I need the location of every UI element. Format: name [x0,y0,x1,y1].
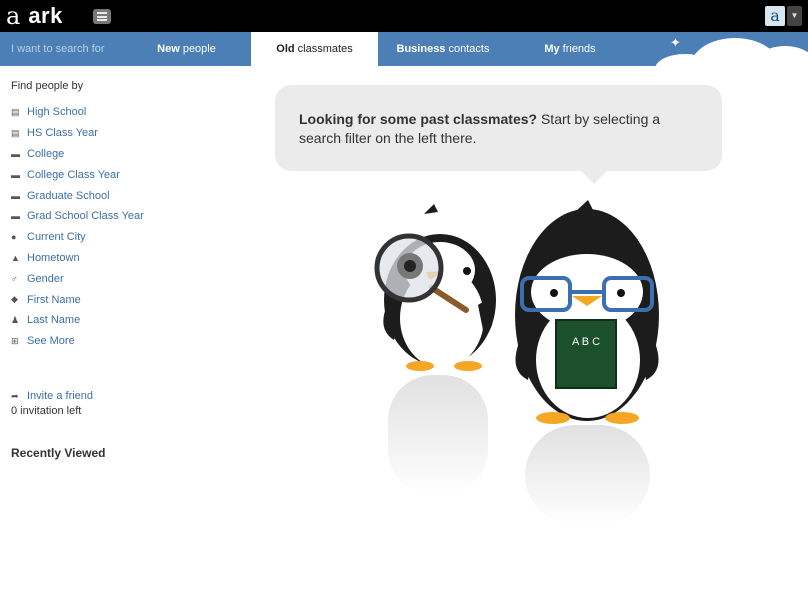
plus-box-icon: ⊞ [11,335,19,346]
filter-item[interactable]: ♟ Last Name [11,310,144,331]
filter-item[interactable]: ▤ High School [11,102,144,123]
bubble-tail [581,171,607,184]
filter-item[interactable]: ◆ First Name [11,289,144,310]
invitation-count: 0 invitation left [11,405,82,417]
school-icon: ▤ [11,106,20,117]
tab-label-bold: My [544,43,560,55]
app-window: a ark a ▼ I want to search for New peopl… [0,0,808,612]
location-pin-icon: ● [11,232,17,243]
tab-label-bold: Business [396,43,446,55]
book-label: A B C [572,336,600,348]
recently-viewed-title: Recently Viewed [11,446,106,460]
filter-item[interactable]: ▬ Grad School Class Year [11,206,144,227]
tab-my-friends[interactable]: My friends [530,32,610,66]
book-icon: A B C [555,319,617,389]
filter-label[interactable]: Graduate School [27,190,110,202]
top-bar: a ark a ▼ [0,0,808,32]
avatar[interactable]: a [765,6,785,26]
filter-item[interactable]: ▲ Hometown [11,248,144,269]
logo-mark: a [6,2,21,30]
bubble-message: Looking for some past classmates? Start … [299,110,698,148]
graduation-cap-icon: ▬ [11,148,20,159]
school-icon: ▤ [11,127,20,138]
graduation-cap-icon: ▬ [11,211,20,222]
penguin-with-glasses: A B C [515,200,659,424]
penguin-with-magnifier [374,204,496,371]
invite-friend-link[interactable]: ➦ Invite a friend [11,390,93,402]
search-prompt: I want to search for [11,43,105,55]
logo-text: ark [28,3,63,28]
graduation-cap-icon: ▬ [11,190,20,201]
filter-label[interactable]: Hometown [27,252,80,264]
penguins-illustration: A B C [374,200,659,525]
tab-label: people [179,43,216,55]
tab-business-contacts[interactable]: Business contacts [388,32,498,66]
ark-logo[interactable]: a ark [6,3,63,29]
nav-bar: I want to search for New people Old clas… [0,32,808,66]
tab-label-bold: New [157,43,180,55]
bubble-headline: Looking for some past classmates? [299,111,538,127]
filter-label[interactable]: College [27,148,64,160]
tag-icon: ◆ [11,294,18,305]
filter-item[interactable]: ⊞ See More [11,331,144,352]
tab-new-people[interactable]: New people [138,32,235,66]
person-icon: ♟ [11,314,20,325]
filter-label[interactable]: HS Class Year [27,127,98,139]
filter-item[interactable]: ♂ Gender [11,268,144,289]
tab-label: friends [559,43,596,55]
filter-list: ▤ High School ▤ HS Class Year ▬ College ▬ Colle… [11,102,144,352]
graduation-cap-icon: ▬ [11,169,20,180]
home-icon: ▲ [11,252,20,263]
invite-label[interactable]: Invite a friend [27,390,93,402]
filter-label[interactable]: First Name [27,294,81,306]
filter-item[interactable]: ● Current City [11,227,144,248]
filter-label[interactable]: Grad School Class Year [27,210,144,222]
filter-label[interactable]: Last Name [27,314,80,326]
chevron-down-icon[interactable]: ▼ [787,6,802,26]
filter-item[interactable]: ▬ College [11,144,144,165]
filter-item[interactable]: ▬ College Class Year [11,164,144,185]
filter-item[interactable]: ▬ Graduate School [11,185,144,206]
filter-item[interactable]: ▤ HS Class Year [11,123,144,144]
tab-label: classmates [294,43,353,55]
invite-icon: ➦ [11,390,19,401]
filter-label[interactable]: College Class Year [27,169,120,181]
gender-icon: ♂ [11,273,18,284]
tab-label-bold: Old [276,43,295,55]
account-menu[interactable]: a ▼ [765,6,802,26]
tab-label: contacts [445,43,490,55]
speech-bubble: Looking for some past classmates? Start … [275,85,722,171]
filter-label[interactable]: Current City [27,231,86,243]
star-icon: ✦ [670,35,681,50]
filter-label[interactable]: See More [27,335,75,347]
find-people-title: Find people by [11,80,84,92]
filter-label[interactable]: Gender [27,273,64,285]
menu-icon[interactable] [93,9,111,24]
tab-old-classmates[interactable]: Old classmates [251,32,378,66]
filter-label[interactable]: High School [27,106,86,118]
